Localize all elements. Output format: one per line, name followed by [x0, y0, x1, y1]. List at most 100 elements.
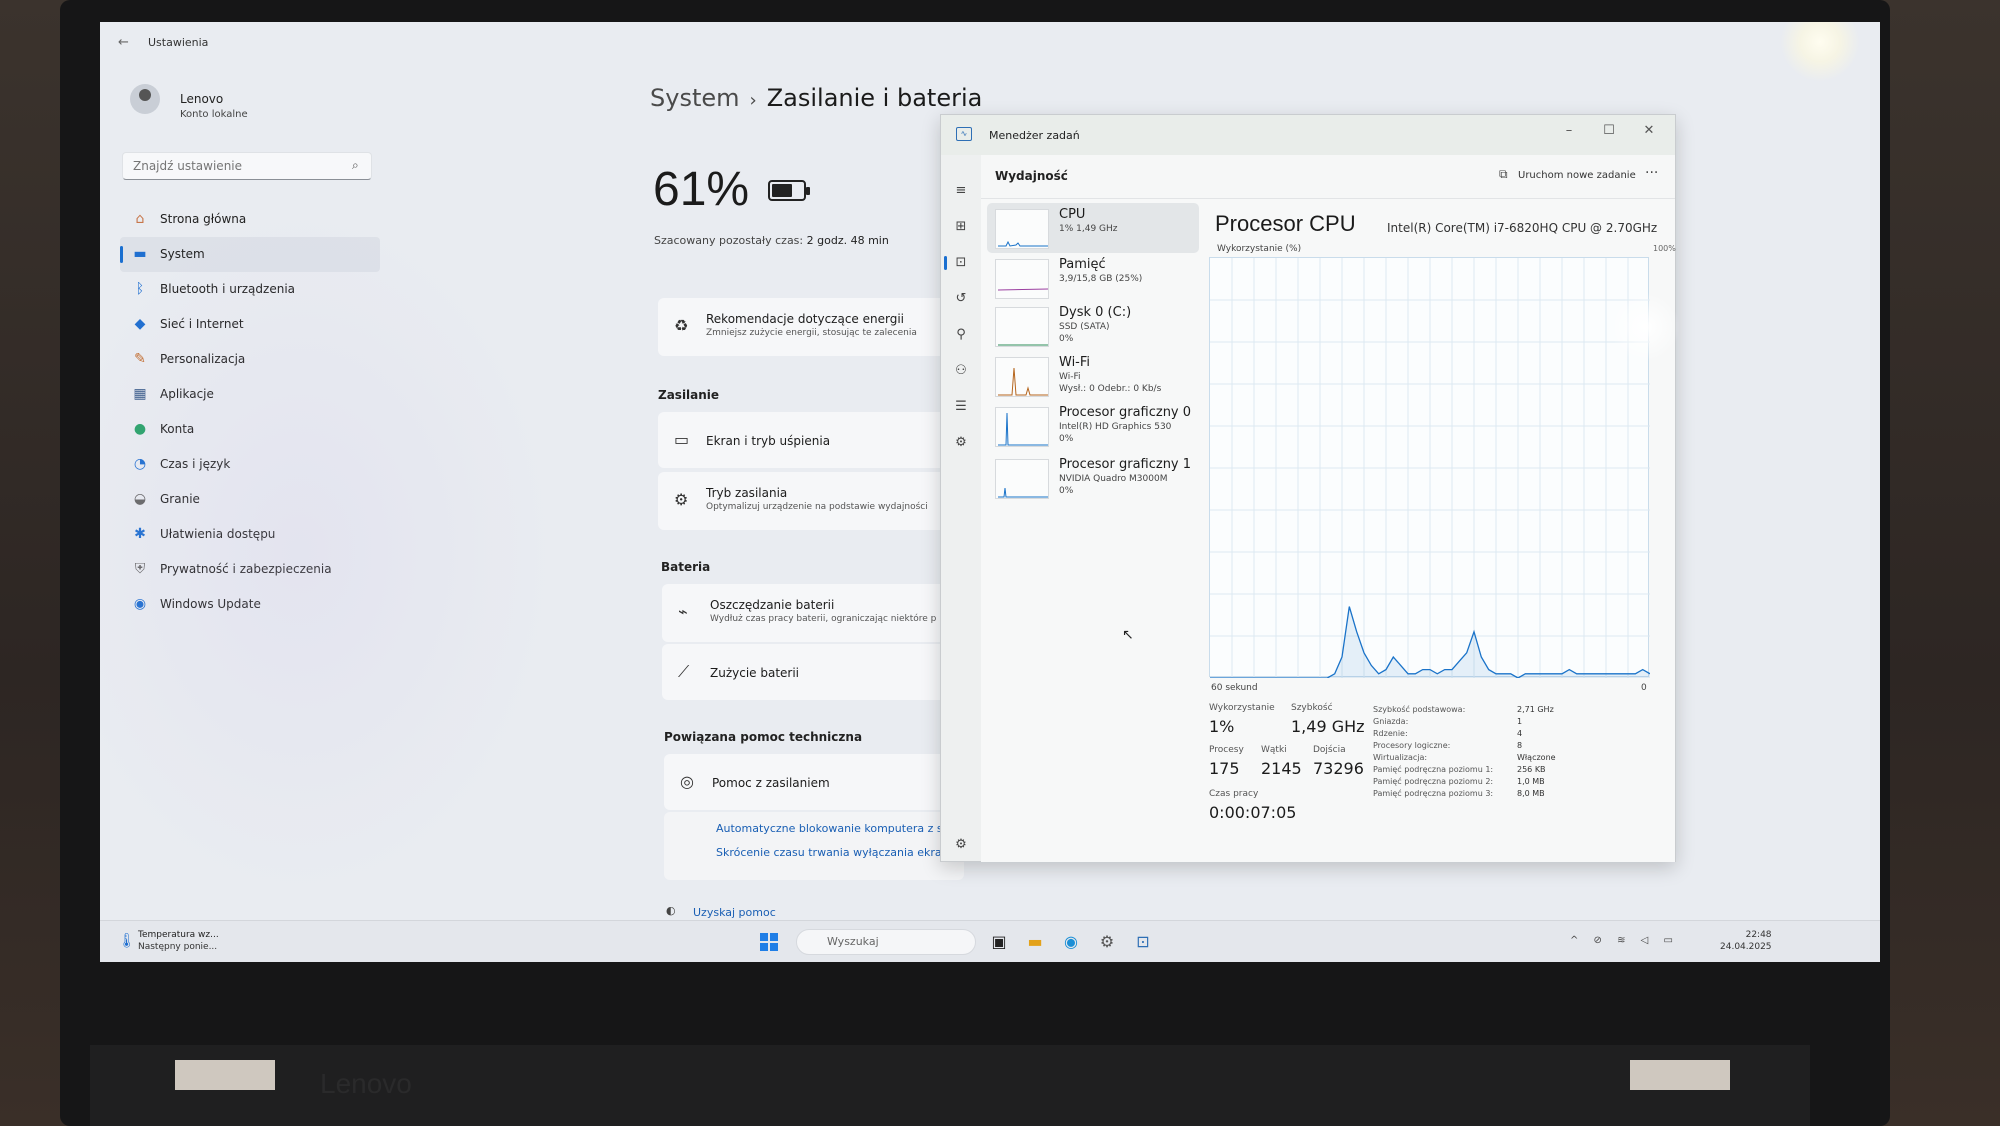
mini-graph: [995, 259, 1049, 299]
battery-section-heading: Bateria: [661, 560, 711, 574]
sidebar-item[interactable]: ᛒ Bluetooth i urządzenia: [120, 272, 380, 307]
get-help-link[interactable]: Uzyskaj pomoc: [693, 906, 776, 919]
sidebar-item[interactable]: ◒ Granie: [120, 482, 380, 517]
back-arrow-icon[interactable]: ←: [118, 35, 129, 50]
settings-search-input[interactable]: [122, 152, 372, 180]
windows-start-icon[interactable]: [760, 933, 778, 951]
perf-list-item[interactable]: Dysk 0 (C:) SSD (SATA) 0%: [987, 301, 1199, 351]
weather-widget[interactable]: 🌡 Temperatura wz... Następny ponie...: [118, 929, 219, 953]
search-icon[interactable]: ⌕: [352, 158, 359, 173]
perf-list-item[interactable]: CPU 1% 1,49 GHz: [987, 203, 1199, 253]
settings-gear-icon[interactable]: ⚙: [951, 835, 971, 855]
help-icon: ◐: [666, 904, 676, 917]
task-view-icon[interactable]: ▣: [988, 931, 1010, 953]
screen-sleep-card[interactable]: ▭ Ekran i tryb uśpienia: [658, 412, 958, 468]
perf-list-item[interactable]: Pamięć 3,9/15,8 GB (25%): [987, 253, 1199, 303]
performance-icon[interactable]: ⊡: [944, 253, 971, 273]
startup-apps-icon[interactable]: ⚲: [951, 325, 971, 345]
close-icon[interactable]: ✕: [1639, 123, 1659, 138]
wifi-icon: ◆: [134, 316, 146, 332]
settings-app-title: Ustawienia: [148, 36, 209, 49]
spec-key: Rdzenie:: [1373, 729, 1408, 738]
run-task-icon[interactable]: ⧉: [1499, 167, 1508, 182]
perf-item-detail: Wi-Fi: [1059, 372, 1081, 382]
services-icon[interactable]: ⚙: [951, 433, 971, 453]
power-mode-card[interactable]: ⚙ Tryb zasilania Optymalizuj urządzenie …: [658, 472, 958, 530]
stat-processes: 175: [1209, 759, 1240, 778]
weather-title: Temperatura wz...: [138, 930, 219, 940]
taskbar-search-box[interactable]: Wyszukaj: [796, 929, 976, 955]
sidebar-item[interactable]: ⌂ Strona główna: [120, 202, 380, 237]
clock[interactable]: 22:48 24.04.2025: [1720, 929, 1772, 953]
perf-list-item[interactable]: Procesor graficzny 1 NVIDIA Quadro M3000M…: [987, 453, 1199, 503]
spec-key: Procesory logiczne:: [1373, 741, 1451, 750]
battery-saver-icon: ⌁: [678, 602, 688, 621]
perf-list-item[interactable]: Wi-Fi Wi-Fi Wysł.: 0 Odebr.: 0 Kb/s: [987, 351, 1199, 401]
perf-list-item[interactable]: Procesor graficzny 0 Intel(R) HD Graphics…: [987, 401, 1199, 451]
sidebar-item[interactable]: ▬ System: [120, 237, 380, 272]
battery-usage-card[interactable]: ⟋ Zużycie baterii: [662, 644, 962, 700]
mini-graph: [995, 459, 1049, 499]
sidebar-item[interactable]: ● Konta: [120, 412, 380, 447]
taskbar: 🌡 Temperatura wz... Następny ponie... ⌕ …: [100, 920, 1880, 962]
sidebar-item[interactable]: ◉ Windows Update: [120, 587, 380, 622]
stat-label-handles: Dojścia: [1313, 745, 1346, 755]
help-link-screen-timeout[interactable]: Skrócenie czasu trwania wyłączania ekran…: [716, 846, 956, 859]
thermometer-icon: 🌡: [118, 933, 136, 949]
battery-estimate: Szacowany pozostały czas: 2 godz. 48 min: [654, 234, 889, 247]
help-link-auto-lock[interactable]: Automatyczne blokowanie komputera z sy: [716, 822, 949, 835]
task-manager-taskbar-icon[interactable]: ⊡: [1132, 931, 1154, 953]
mini-graph: [995, 307, 1049, 347]
tm-title: Menedżer zadań: [989, 129, 1080, 142]
sidebar-item-label: Ułatwienia dostępu: [160, 527, 276, 541]
mini-graph: [995, 357, 1049, 397]
power-help-card[interactable]: ◎ Pomoc z zasilaniem: [664, 754, 964, 810]
app-history-icon[interactable]: ↺: [951, 289, 971, 309]
edge-browser-icon[interactable]: ◉: [1060, 931, 1082, 953]
more-options-icon[interactable]: ···: [1645, 165, 1658, 181]
file-explorer-icon[interactable]: ▬: [1024, 931, 1046, 953]
spec-value: 4: [1517, 729, 1523, 738]
minimize-icon[interactable]: –: [1559, 123, 1579, 138]
stat-label-utilization: Wykorzystanie: [1209, 703, 1275, 713]
tm-header: Wydajność ⧉ Uruchom nowe zadanie ···: [981, 155, 1675, 199]
spec-value: Włączone: [1517, 753, 1556, 762]
spec-key: Szybkość podstawowa:: [1373, 705, 1466, 714]
details-icon[interactable]: ☰: [951, 397, 971, 417]
mini-graph: [995, 407, 1049, 447]
task-manager-logo-icon: ∿: [956, 127, 972, 141]
battery-icon: [768, 180, 810, 201]
battery-saver-card[interactable]: ⌁ Oszczędzanie baterii Wydłuż czas pracy…: [662, 584, 962, 642]
hamburger-menu-icon[interactable]: ≡: [951, 181, 971, 201]
detail-title: Procesor CPU: [1215, 211, 1356, 236]
screen: ← Ustawienia Lenovo Konto lokalne ⌕ ⌂ Str…: [100, 22, 1880, 962]
perf-item-name: Procesor graficzny 0: [1059, 405, 1192, 420]
tm-titlebar: ∿ Menedżer zadań – ☐ ✕: [941, 115, 1675, 155]
perf-item-name: Pamięć: [1059, 257, 1106, 272]
avatar: [130, 84, 160, 114]
sidebar-item[interactable]: ◆ Sieć i Internet: [120, 307, 380, 342]
energy-recommendations-card[interactable]: ♻ Rekomendacje dotyczące energii Zmniejs…: [658, 298, 958, 356]
sidebar-item[interactable]: ⛨ Prywatność i zabezpieczenia: [120, 552, 380, 587]
breadcrumb-parent[interactable]: System: [650, 84, 740, 112]
perf-item-name: Dysk 0 (C:): [1059, 305, 1132, 320]
settings-app-icon[interactable]: ⚙: [1096, 931, 1118, 953]
card-title: Rekomendacje dotyczące energii: [706, 312, 905, 326]
sidebar-item[interactable]: ◔ Czas i język: [120, 447, 380, 482]
home-icon: ⌂: [135, 211, 145, 227]
sidebar-item-label: Strona główna: [160, 212, 247, 226]
spec-value: 1: [1517, 717, 1523, 726]
run-new-task-button[interactable]: Uruchom nowe zadanie: [1518, 170, 1636, 181]
maximize-icon[interactable]: ☐: [1599, 123, 1619, 138]
processes-icon[interactable]: ⊞: [951, 217, 971, 237]
system-tray[interactable]: ^ ⊘ ≋ ◁ ▭: [1570, 935, 1679, 946]
sidebar-item-label: Sieć i Internet: [160, 317, 244, 331]
sidebar-item[interactable]: ▦ Aplikacje: [120, 377, 380, 412]
mouse-cursor-icon: ↖: [1122, 627, 1134, 643]
stat-handles: 73296: [1313, 759, 1364, 778]
users-icon[interactable]: ⚇: [951, 361, 971, 381]
sidebar-item[interactable]: ✎ Personalizacja: [120, 342, 380, 377]
sidebar-item-label: System: [160, 247, 205, 261]
cpu-graph-svg: [1210, 258, 1650, 678]
sidebar-item[interactable]: ✱ Ułatwienia dostępu: [120, 517, 380, 552]
